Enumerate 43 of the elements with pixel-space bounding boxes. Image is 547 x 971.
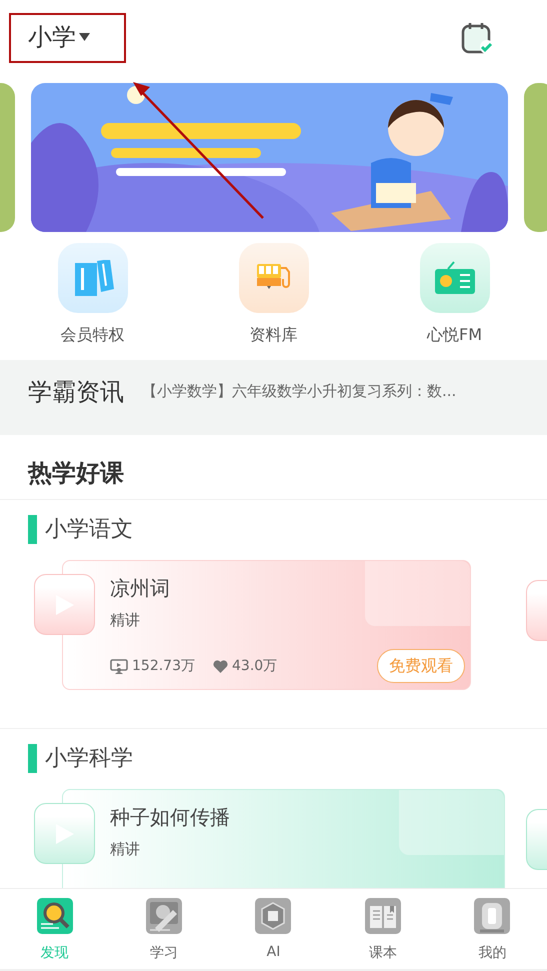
grade-selector[interactable]: 小学 bbox=[28, 20, 90, 52]
play-tile[interactable] bbox=[34, 803, 95, 864]
news-title: 学霸资讯 bbox=[28, 376, 124, 408]
nav-tab[interactable]: 课本 bbox=[328, 889, 438, 969]
radio-icon bbox=[434, 261, 476, 295]
course-card[interactable]: 种子如何传播 精讲 bbox=[62, 789, 505, 888]
chip-icon bbox=[255, 898, 292, 934]
caret-icon bbox=[79, 32, 90, 40]
course-title: 凉州词 bbox=[110, 575, 171, 602]
banner-preview[interactable] bbox=[524, 83, 547, 232]
like-count: 43.0万 bbox=[232, 657, 278, 675]
quick-link-tile[interactable] bbox=[58, 243, 128, 313]
course-title: 种子如何传播 bbox=[110, 804, 231, 831]
video-viewer-icon bbox=[110, 658, 128, 674]
view-count: 152.73万 bbox=[132, 657, 195, 675]
news-headline[interactable]: 【小学数学】六年级数学小升初复习系列：数... bbox=[142, 382, 456, 401]
accent-bar bbox=[28, 514, 37, 544]
course-tag: 精讲 bbox=[110, 840, 504, 859]
play-icon bbox=[54, 822, 76, 846]
play-tile[interactable] bbox=[526, 580, 547, 641]
heart-icon bbox=[213, 660, 228, 672]
subject-title: 小学语文 bbox=[45, 516, 133, 544]
course-card[interactable]: 凉州词 精讲 152.73万 43.0万 免费观看 bbox=[62, 560, 471, 690]
nav-tab[interactable]: 学习 bbox=[109, 889, 219, 969]
subject-title: 小学科学 bbox=[45, 745, 133, 773]
play-icon bbox=[54, 592, 76, 616]
quick-link-label[interactable]: 心悦FM bbox=[426, 325, 482, 346]
accent-bar bbox=[28, 744, 37, 772]
play-tile[interactable] bbox=[34, 574, 95, 635]
profile-icon bbox=[474, 898, 510, 934]
quick-link-label[interactable]: 资料库 bbox=[250, 325, 298, 346]
quick-link-tile[interactable] bbox=[420, 243, 490, 313]
search-icon bbox=[36, 898, 73, 934]
book-icon bbox=[364, 898, 401, 934]
course-tag: 精讲 bbox=[110, 611, 470, 630]
nav-tab[interactable]: 我的 bbox=[438, 889, 547, 969]
nav-tab[interactable]: AI bbox=[218, 889, 328, 969]
pen-icon bbox=[146, 898, 182, 934]
quick-link-label[interactable]: 会员特权 bbox=[60, 325, 124, 346]
section-heading: 热学好课 bbox=[0, 435, 547, 500]
quick-link-tile[interactable] bbox=[238, 243, 308, 313]
play-tile[interactable] bbox=[526, 809, 547, 870]
news-bar[interactable]: 学霸资讯 【小学数学】六年级数学小升初复习系列：数... bbox=[0, 360, 547, 435]
